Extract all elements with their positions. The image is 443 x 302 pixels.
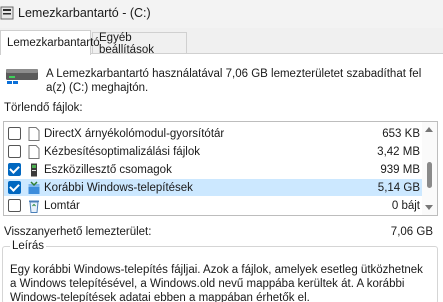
disk-cleanup-icon (0, 6, 14, 20)
item-name: Kézbesítésoptimalizálási fájlok (44, 145, 200, 158)
windows-install-icon (28, 180, 40, 194)
item-size: 939 MB (380, 163, 420, 176)
description-text: Egy korábbi Windows-telepítés fájljai. A… (10, 264, 423, 302)
tab-disk-cleanup[interactable]: Lemezkarbantartó (0, 30, 100, 55)
file-icon (28, 126, 40, 141)
scroll-thumb[interactable] (427, 162, 432, 188)
files-to-delete-label: Törlendő fájlok: (4, 102, 83, 114)
item-name: Korábbi Windows-telepítések (44, 181, 193, 194)
item-size: 653 KB (382, 127, 420, 140)
window-title: Lemezkarbantartó - (C:) (18, 6, 151, 20)
list-item-selected[interactable]: Korábbi Windows-telepítések 5,14 GB (4, 179, 422, 196)
list-item[interactable]: Eszközillesztő csomagok 939 MB (4, 161, 422, 178)
list-item[interactable]: Lomtár 0 bájt (4, 197, 422, 214)
item-checkbox[interactable] (8, 181, 21, 194)
item-checkbox[interactable] (8, 127, 21, 140)
drive-icon (6, 69, 38, 84)
file-icon (28, 144, 40, 159)
info-text: A Lemezkarbantartó használatával 7,06 GB… (46, 68, 422, 94)
scroll-down-arrow-icon[interactable] (425, 205, 433, 210)
recoverable-space-label: Visszanyerhető lemezterület: (4, 226, 152, 238)
item-name: Eszközillesztő csomagok (44, 163, 172, 176)
item-size: 5,14 GB (377, 181, 420, 194)
item-checkbox[interactable] (8, 163, 21, 176)
list-item[interactable]: Kézbesítésoptimalizálási fájlok 3,42 MB (4, 143, 422, 160)
recoverable-space-value: 7,06 GB (390, 226, 433, 238)
tab-panel: A Lemezkarbantartó használatával 7,06 GB… (0, 53, 443, 302)
scroll-up-arrow-icon[interactable] (425, 127, 433, 132)
list-item[interactable]: DirectX árnyékolómodul-gyorsítótár 653 K… (4, 125, 422, 142)
description-legend: Leírás (10, 240, 46, 252)
tab-more-options[interactable]: Egyéb beállítások (92, 32, 187, 56)
item-name: Lomtár (44, 199, 80, 212)
item-checkbox[interactable] (8, 199, 21, 212)
driver-package-icon (31, 163, 37, 176)
title-bar: Lemezkarbantartó - (C:) (0, 0, 443, 28)
item-size: 0 bájt (391, 199, 420, 212)
recycle-bin-icon (29, 200, 39, 213)
tab-strip: Lemezkarbantartó Egyéb beállítások (0, 30, 443, 56)
item-size: 3,42 MB (377, 145, 420, 158)
item-checkbox[interactable] (8, 145, 21, 158)
list-scrollbar[interactable] (422, 122, 437, 215)
item-name: DirectX árnyékolómodul-gyorsítótár (44, 127, 225, 140)
files-list[interactable]: DirectX árnyékolómodul-gyorsítótár 653 K… (3, 121, 438, 216)
